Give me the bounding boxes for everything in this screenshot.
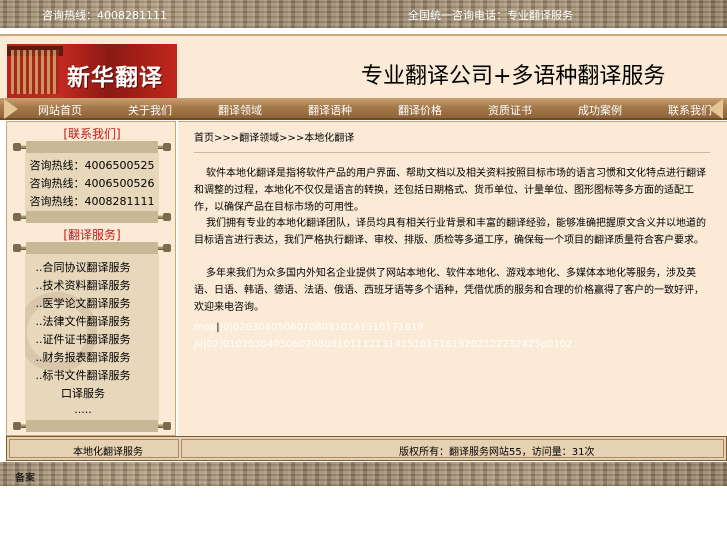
sidebar-services-title: [翻译服务] [63,228,121,242]
logo-text: 新华翻译社 [67,64,163,91]
footer-right-text: 版权所有：翻译服务网站55，访问量：31次 [399,447,595,458]
service-link[interactable]: ..标书文件翻译服务 [7,367,159,383]
link-row: j0|02|0102030405060708091011121314151617… [194,336,712,353]
footer-info-bar: 本地化翻译服务 版权所有：翻译服务网站55，访问量：31次 [6,436,727,461]
service-link[interactable]: ..证件证书翻译服务 [7,331,159,347]
seo-links[interactable]: j0|02|0102030405060708091011121314151617… [194,339,573,350]
top-bar: 咨询热线：4008281111 全国统一咨询电话：专业翻译服务 [0,0,727,28]
sidebar-hotline: 咨询热线：4006500526 [29,177,155,190]
top-hotline: 咨询热线：4008281111 [42,9,167,22]
logo[interactable]: 新华翻译社 [7,44,177,98]
sidebar-contact-title: [联系我们] [63,127,121,141]
nav-item-languages[interactable]: 翻译语种 [308,102,352,118]
sidebar-hotline: 咨询热线：4006500525 [29,159,155,172]
service-link[interactable]: ..技术资料翻译服务 [7,277,159,293]
service-link[interactable]: ..合同协议翻译服务 [7,259,159,275]
breadcrumb: 首页>>>翻译领域>>>本地化翻译 [194,133,355,144]
article-paragraph: 软件本地化翻译是指将软件产品的用户界面、帮助文档以及相关资料按照目标市场的语言习… [194,168,706,213]
main-content: 首页>>>翻译领域>>>本地化翻译 软件本地化翻译是指将软件产品的用户界面、帮助… [178,121,727,436]
main-nav: 网站首页 关于我们 翻译领域 翻译语种 翻译价格 资质证书 成功案例 联系我们 [0,98,727,120]
logo-building-image [11,50,59,94]
scroll-ornament-bottom [13,211,171,223]
article-paragraph: 多年来我们为众多国内外知名企业提供了网站本地化、软件本地化、游戏本地化、多媒体本… [194,268,704,313]
service-more-link[interactable]: ..... [7,403,159,416]
service-link[interactable]: ..财务报表翻译服务 [7,349,159,365]
scroll-ornament-top [13,141,171,153]
seo-links[interactable]: |0|020304050607080910141516171819 [220,322,424,333]
scroll-ornament-bottom [13,420,171,432]
sidebar: [联系我们] 咨询热线：4006500525 咨询热线：4006500526 咨… [6,121,176,436]
nav-left-arrow-icon [4,99,18,119]
nav-item-contact[interactable]: 联系我们 [668,102,712,118]
header: 新华翻译社 专业翻译公司+多语种翻译服务 [0,34,727,98]
nav-item-fields[interactable]: 翻译领域 [218,102,262,118]
top-slogan: 全国统一咨询电话：专业翻译服务 [408,9,573,22]
footer-bottom-bar: 备案 [0,462,727,486]
service-link[interactable]: ..法律文件翻译服务 [7,313,159,329]
service-link[interactable]: ..医学论文翻译服务 [7,295,159,311]
nav-item-cases[interactable]: 成功案例 [578,102,622,118]
nav-right-arrow-icon [709,99,723,119]
map-link[interactable]: map [194,322,216,333]
footer-bottom-text: 备案 [15,473,35,484]
nav-item-certificates[interactable]: 资质证书 [488,102,532,118]
sidebar-hotline: 咨询热线：4008281111 [29,195,155,208]
nav-item-home[interactable]: 网站首页 [38,102,82,118]
link-row: map||0|020304050607080910141516171819 [194,319,712,336]
footer-left-text: 本地化翻译服务 [73,447,143,458]
divider [194,152,710,153]
nav-item-prices[interactable]: 翻译价格 [398,102,442,118]
article-paragraph: 我们拥有专业的本地化翻译团队，译员均具有相关行业背景和丰富的翻译经验，能够准确把… [194,218,706,246]
scroll-ornament-top [13,242,171,254]
service-link[interactable]: 口译服务 [7,385,159,401]
site-title: 专业翻译公司+多语种翻译服务 [361,64,666,89]
nav-item-about[interactable]: 关于我们 [128,102,172,118]
